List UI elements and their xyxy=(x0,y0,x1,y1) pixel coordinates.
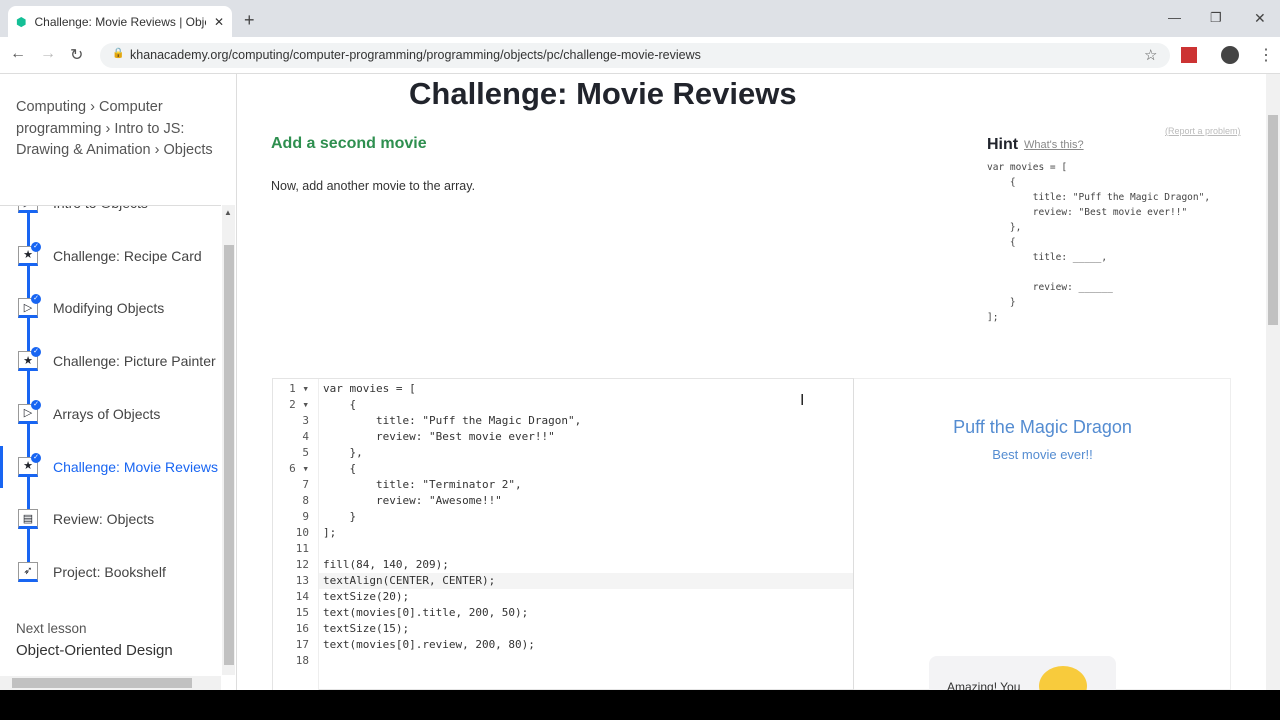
play-icon: ▷ xyxy=(18,206,38,213)
lock-icon: 🔒 xyxy=(112,48,125,59)
check-icon: ✓ xyxy=(31,294,41,305)
lesson-item[interactable]: ★ ✓ Challenge: Recipe Card xyxy=(0,236,221,276)
line-number: 15 xyxy=(295,606,309,619)
code-line[interactable]: textSize(20); xyxy=(323,590,409,603)
restore-button[interactable]: ❐ xyxy=(1210,10,1222,26)
line-number: 10 xyxy=(295,526,309,539)
code-line[interactable]: review: "Best movie ever!!" xyxy=(323,430,555,443)
line-number: 5 xyxy=(302,446,309,459)
output-review: Best movie ever!! xyxy=(992,447,1093,462)
code-line[interactable]: textSize(15); xyxy=(323,622,409,635)
step-title: Add a second movie xyxy=(271,135,427,152)
lesson-list: ▷✓Intro to Objects★✓Challenge: Recipe Ca… xyxy=(0,205,221,600)
line-number: 11 xyxy=(295,542,309,555)
back-icon[interactable]: ← xyxy=(10,45,26,63)
code-line[interactable]: } xyxy=(323,510,356,523)
page-scroll-thumb[interactable] xyxy=(1268,115,1278,325)
line-number: 12 xyxy=(295,558,309,571)
lesson-item[interactable]: ★ ✓ Challenge: Picture Painter xyxy=(0,341,221,381)
new-tab-button[interactable]: + xyxy=(244,10,255,31)
code-line[interactable]: text(movies[0].review, 200, 80); xyxy=(323,638,535,651)
line-number: 3 xyxy=(302,414,309,427)
lesson-label: Review: Objects xyxy=(53,511,155,528)
active-indicator xyxy=(0,446,3,488)
report-problem-link[interactable]: (Report a problem) xyxy=(1165,126,1241,136)
browser-tab[interactable]: ⬢ Challenge: Movie Reviews | Obje ✕ xyxy=(8,6,232,37)
forward-icon[interactable]: → xyxy=(40,45,56,63)
line-number: 4 xyxy=(302,430,309,443)
check-icon: ✓ xyxy=(31,241,41,252)
code-line[interactable]: textAlign(CENTER, CENTER); xyxy=(323,574,495,587)
page-title: Challenge: Movie Reviews xyxy=(409,76,797,111)
bookmark-star-icon[interactable]: ☆ xyxy=(1144,46,1157,64)
code-line[interactable]: title: "Puff the Magic Dragon", xyxy=(323,414,581,427)
pdf-extension-icon[interactable] xyxy=(1181,47,1197,63)
code-line[interactable]: ]; xyxy=(323,526,336,539)
code-line[interactable]: fill(84, 140, 209); xyxy=(323,558,449,571)
line-number: 9 xyxy=(302,510,309,523)
lesson-item[interactable]: ▤ Review: Objects xyxy=(0,499,221,539)
scroll-up-arrow[interactable]: ▲ xyxy=(224,208,232,217)
next-lesson-link[interactable]: Object-Oriented Design xyxy=(16,642,173,659)
line-number: 14 xyxy=(295,590,309,603)
check-icon: ✓ xyxy=(31,347,41,358)
minimize-button[interactable]: — xyxy=(1168,10,1181,25)
code-line[interactable]: text(movies[0].title, 200, 50); xyxy=(323,606,528,619)
output-title: Puff the Magic Dragon xyxy=(953,417,1132,437)
reload-icon[interactable]: ↻ xyxy=(70,45,83,65)
code-line[interactable]: }, xyxy=(323,446,362,459)
sidebar-scroll-thumb[interactable] xyxy=(224,245,234,665)
lesson-label: Intro to Objects xyxy=(53,206,148,211)
whats-this-link[interactable]: What's this? xyxy=(1024,139,1084,151)
menu-icon[interactable]: ⋮ xyxy=(1258,45,1274,65)
lesson-item[interactable]: ★ ✓ Challenge: Movie Reviews xyxy=(0,447,221,487)
sidebar-h-scroll-thumb[interactable] xyxy=(12,678,192,688)
line-number: 17 xyxy=(295,638,309,651)
lesson-item[interactable]: ➶ Project: Bookshelf xyxy=(0,552,221,592)
lesson-label: Challenge: Movie Reviews xyxy=(53,458,218,475)
step-description: Now, add another movie to the array. xyxy=(271,179,476,193)
profile-avatar[interactable] xyxy=(1221,46,1239,64)
lesson-label: Arrays of Objects xyxy=(53,405,161,422)
breadcrumb-computing[interactable]: Computing xyxy=(16,99,86,115)
line-number: 7 xyxy=(302,478,309,491)
lesson-label: Project: Bookshelf xyxy=(53,563,166,580)
bottom-bar xyxy=(0,690,1280,720)
code-line[interactable]: title: "Terminator 2", xyxy=(323,478,522,491)
document-icon: ▤ xyxy=(18,509,38,530)
address-bar[interactable]: 🔒 khanacademy.org/computing/computer-prog… xyxy=(100,43,1170,68)
lesson-item[interactable]: ▷ ✓ Arrays of Objects xyxy=(0,394,221,434)
line-number: 6 ▾ xyxy=(289,462,309,475)
line-number: 8 xyxy=(302,494,309,507)
code-line[interactable]: var movies = [ xyxy=(323,382,416,395)
close-tab-icon[interactable]: ✕ xyxy=(214,15,224,29)
line-number: 1 ▾ xyxy=(289,382,309,395)
close-window-button[interactable]: ✕ xyxy=(1254,10,1266,27)
line-number: 13 xyxy=(295,574,309,587)
lesson-label: Challenge: Recipe Card xyxy=(53,247,202,264)
breadcrumb: Computing › Computer programming › Intro… xyxy=(16,99,213,158)
code-editor[interactable]: 1 ▾ var movies = [ 2 ▾ {3 title: "Puff the… xyxy=(272,378,854,691)
code-line[interactable]: { xyxy=(323,462,356,475)
lesson-label: Challenge: Picture Painter xyxy=(53,353,216,370)
hint-heading: Hint xyxy=(987,136,1019,153)
check-icon: ✓ xyxy=(31,452,41,463)
lesson-item[interactable]: ▷✓Intro to Objects xyxy=(0,206,221,223)
khan-logo-icon: ⬢ xyxy=(16,14,27,29)
output-canvas[interactable]: Puff the Magic Dragon Best movie ever!! … xyxy=(854,378,1231,706)
hint-code: var movies = [ { title: "Puff the Magic … xyxy=(987,162,1211,323)
mouse-cursor-icon: I xyxy=(800,392,805,409)
breadcrumb-objects[interactable]: Objects xyxy=(163,142,212,158)
next-lesson-label: Next lesson xyxy=(16,621,87,636)
check-icon: ✓ xyxy=(31,399,41,410)
lesson-item[interactable]: ▷ ✓ Modifying Objects xyxy=(0,288,221,328)
code-line[interactable]: { xyxy=(323,398,356,411)
lesson-label: Modifying Objects xyxy=(53,300,165,317)
line-number: 16 xyxy=(295,622,309,635)
line-number: 2 ▾ xyxy=(289,398,309,411)
rocket-icon: ➶ xyxy=(18,561,38,582)
line-number: 18 xyxy=(295,654,309,667)
code-line[interactable]: review: "Awesome!!" xyxy=(323,494,502,507)
